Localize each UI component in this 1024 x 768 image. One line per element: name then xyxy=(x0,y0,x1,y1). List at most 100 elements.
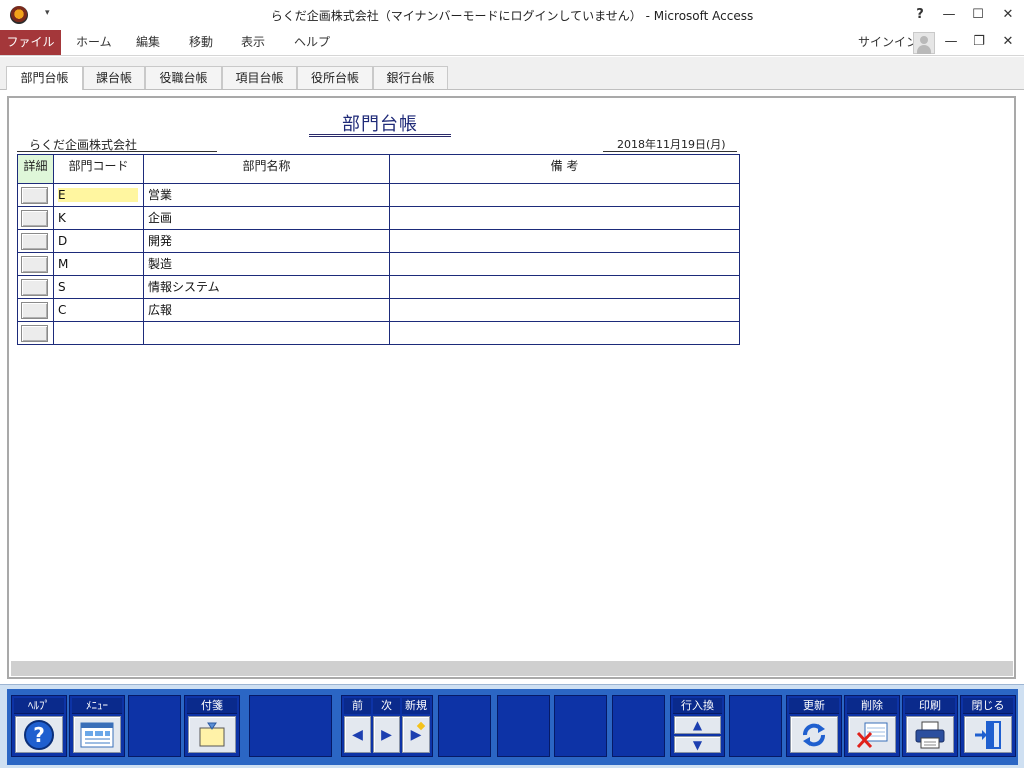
note-cell[interactable] xyxy=(390,321,739,344)
code-cell[interactable]: E xyxy=(54,183,144,206)
sticky-label: 付箋 xyxy=(187,698,237,714)
code-cell[interactable]: C xyxy=(54,298,144,321)
name-cell[interactable]: 情報システム xyxy=(144,275,390,298)
user-avatar-icon[interactable] xyxy=(913,32,935,54)
close-form-button[interactable]: 閉じる xyxy=(960,695,1016,757)
column-header-detail: 詳細 xyxy=(18,155,54,184)
name-cell[interactable]: 企画 xyxy=(144,206,390,229)
previous-record-button[interactable]: ◀ xyxy=(344,716,371,753)
chevron-right-icon: ▶ xyxy=(381,726,392,743)
next-record-button[interactable]: ▶ xyxy=(373,716,400,753)
update-button[interactable]: 更新 xyxy=(786,695,842,757)
date-underline xyxy=(603,151,737,152)
note-cell[interactable] xyxy=(390,229,739,252)
chevron-left-icon: ◀ xyxy=(352,726,363,743)
tab-help[interactable]: ヘルプ xyxy=(294,30,330,55)
tab-view[interactable]: 表示 xyxy=(241,30,265,55)
name-cell[interactable]: 製造 xyxy=(144,252,390,275)
sticky-note-icon xyxy=(199,722,225,746)
next-label: 次 xyxy=(373,698,400,714)
name-cell[interactable]: 営業 xyxy=(144,183,390,206)
command-bar: ﾍﾙﾌﾟ ? ﾒﾆｭｰ 付箋 前 次 新規 ◀ ▶ ▶ 行入換 ▲ ▼ 更新 削… xyxy=(0,684,1024,768)
close-label: 閉じる xyxy=(963,698,1013,714)
help-face: ? xyxy=(15,716,63,753)
detail-cell xyxy=(18,252,54,275)
tab-move[interactable]: 移動 xyxy=(189,30,213,55)
horizontal-scrollbar[interactable] xyxy=(11,661,1013,676)
detail-cell xyxy=(18,275,54,298)
delete-x-icon xyxy=(856,722,888,748)
move-row-down-button[interactable]: ▼ xyxy=(674,736,721,753)
current-date: 2018年11月19日(月) xyxy=(617,138,726,151)
menu-button[interactable]: ﾒﾆｭｰ xyxy=(69,695,125,757)
empty-command-slot xyxy=(612,695,665,757)
name-cell[interactable]: 開発 xyxy=(144,229,390,252)
help-button[interactable]: ﾍﾙﾌﾟ ? xyxy=(11,695,67,757)
detail-button[interactable] xyxy=(21,210,48,227)
detail-button[interactable] xyxy=(21,187,48,204)
doc-close-icon[interactable]: ✕ xyxy=(994,32,1022,52)
note-cell[interactable] xyxy=(390,298,739,321)
title-underline xyxy=(309,134,451,137)
tab-edit[interactable]: 編集 xyxy=(136,30,160,55)
detail-cell xyxy=(18,298,54,321)
tab-bank-ledger[interactable]: 銀行台帳 xyxy=(373,66,448,89)
record-navigation-group: 前 次 新規 ◀ ▶ ▶ xyxy=(341,695,433,757)
move-row-up-button[interactable]: ▲ xyxy=(674,716,721,734)
help-icon[interactable]: ? xyxy=(906,5,934,25)
delete-button[interactable]: 削除 xyxy=(844,695,900,757)
note-cell[interactable] xyxy=(390,183,739,206)
tab-item-ledger[interactable]: 項目台帳 xyxy=(222,66,297,89)
code-cell[interactable]: S xyxy=(54,275,144,298)
table-row: E 営業 xyxy=(18,183,739,206)
detail-button[interactable] xyxy=(21,325,48,342)
question-circle-icon: ? xyxy=(24,719,54,750)
tab-office-ledger[interactable]: 役所台帳 xyxy=(297,66,373,89)
print-button[interactable]: 印刷 xyxy=(902,695,958,757)
delete-label: 削除 xyxy=(847,698,897,714)
tab-file[interactable]: ファイル xyxy=(0,30,61,55)
code-field-active[interactable]: E xyxy=(58,188,138,202)
sign-in-link[interactable]: サインイン xyxy=(858,30,918,55)
menu-window-icon xyxy=(80,722,114,747)
detail-cell xyxy=(18,206,54,229)
menu-label: ﾒﾆｭｰ xyxy=(72,698,122,714)
note-cell[interactable] xyxy=(390,206,739,229)
maximize-icon[interactable]: ☐ xyxy=(964,5,992,25)
detail-button[interactable] xyxy=(21,233,48,250)
detail-button[interactable] xyxy=(21,279,48,296)
note-cell[interactable] xyxy=(390,275,739,298)
column-header-code: 部門コード xyxy=(54,155,144,184)
exit-door-icon xyxy=(975,720,1001,749)
name-cell[interactable]: 広報 xyxy=(144,298,390,321)
note-cell[interactable] xyxy=(390,252,739,275)
new-record-button[interactable]: ▶ xyxy=(402,716,430,753)
tab-section-ledger[interactable]: 課台帳 xyxy=(83,66,145,89)
form-title: 部門台帳 xyxy=(342,114,418,135)
detail-button[interactable] xyxy=(21,256,48,273)
code-cell[interactable]: D xyxy=(54,229,144,252)
doc-minimize-icon[interactable]: — xyxy=(937,32,965,52)
empty-command-slot xyxy=(249,695,332,757)
sticky-note-button[interactable]: 付箋 xyxy=(184,695,240,757)
table-row: K 企画 xyxy=(18,206,739,229)
tab-home[interactable]: ホーム xyxy=(76,30,112,55)
table-row: D 開発 xyxy=(18,229,739,252)
title-bar: ▾ らくだ企画株式会社（マイナンバーモードにログインしていません） - Micr… xyxy=(0,0,1024,30)
minimize-icon[interactable]: — xyxy=(935,5,963,25)
refresh-arrows-icon xyxy=(803,723,825,746)
close-face xyxy=(964,716,1012,753)
doc-restore-icon[interactable]: ❐ xyxy=(965,32,993,52)
detail-button[interactable] xyxy=(21,302,48,319)
close-icon[interactable]: ✕ xyxy=(994,5,1022,25)
code-cell[interactable] xyxy=(54,321,144,344)
table-row: C 広報 xyxy=(18,298,739,321)
code-cell[interactable]: M xyxy=(54,252,144,275)
tab-department-ledger[interactable]: 部門台帳 xyxy=(6,66,83,90)
tab-position-ledger[interactable]: 役職台帳 xyxy=(145,66,222,89)
code-cell[interactable]: K xyxy=(54,206,144,229)
department-ledger-form: 部門台帳 らくだ企画株式会社 2018年11月19日(月) 詳細 部門コード 部… xyxy=(7,96,1016,679)
row-swap-group: 行入換 ▲ ▼ xyxy=(670,695,725,757)
name-cell[interactable] xyxy=(144,321,390,344)
table-row: M 製造 xyxy=(18,252,739,275)
